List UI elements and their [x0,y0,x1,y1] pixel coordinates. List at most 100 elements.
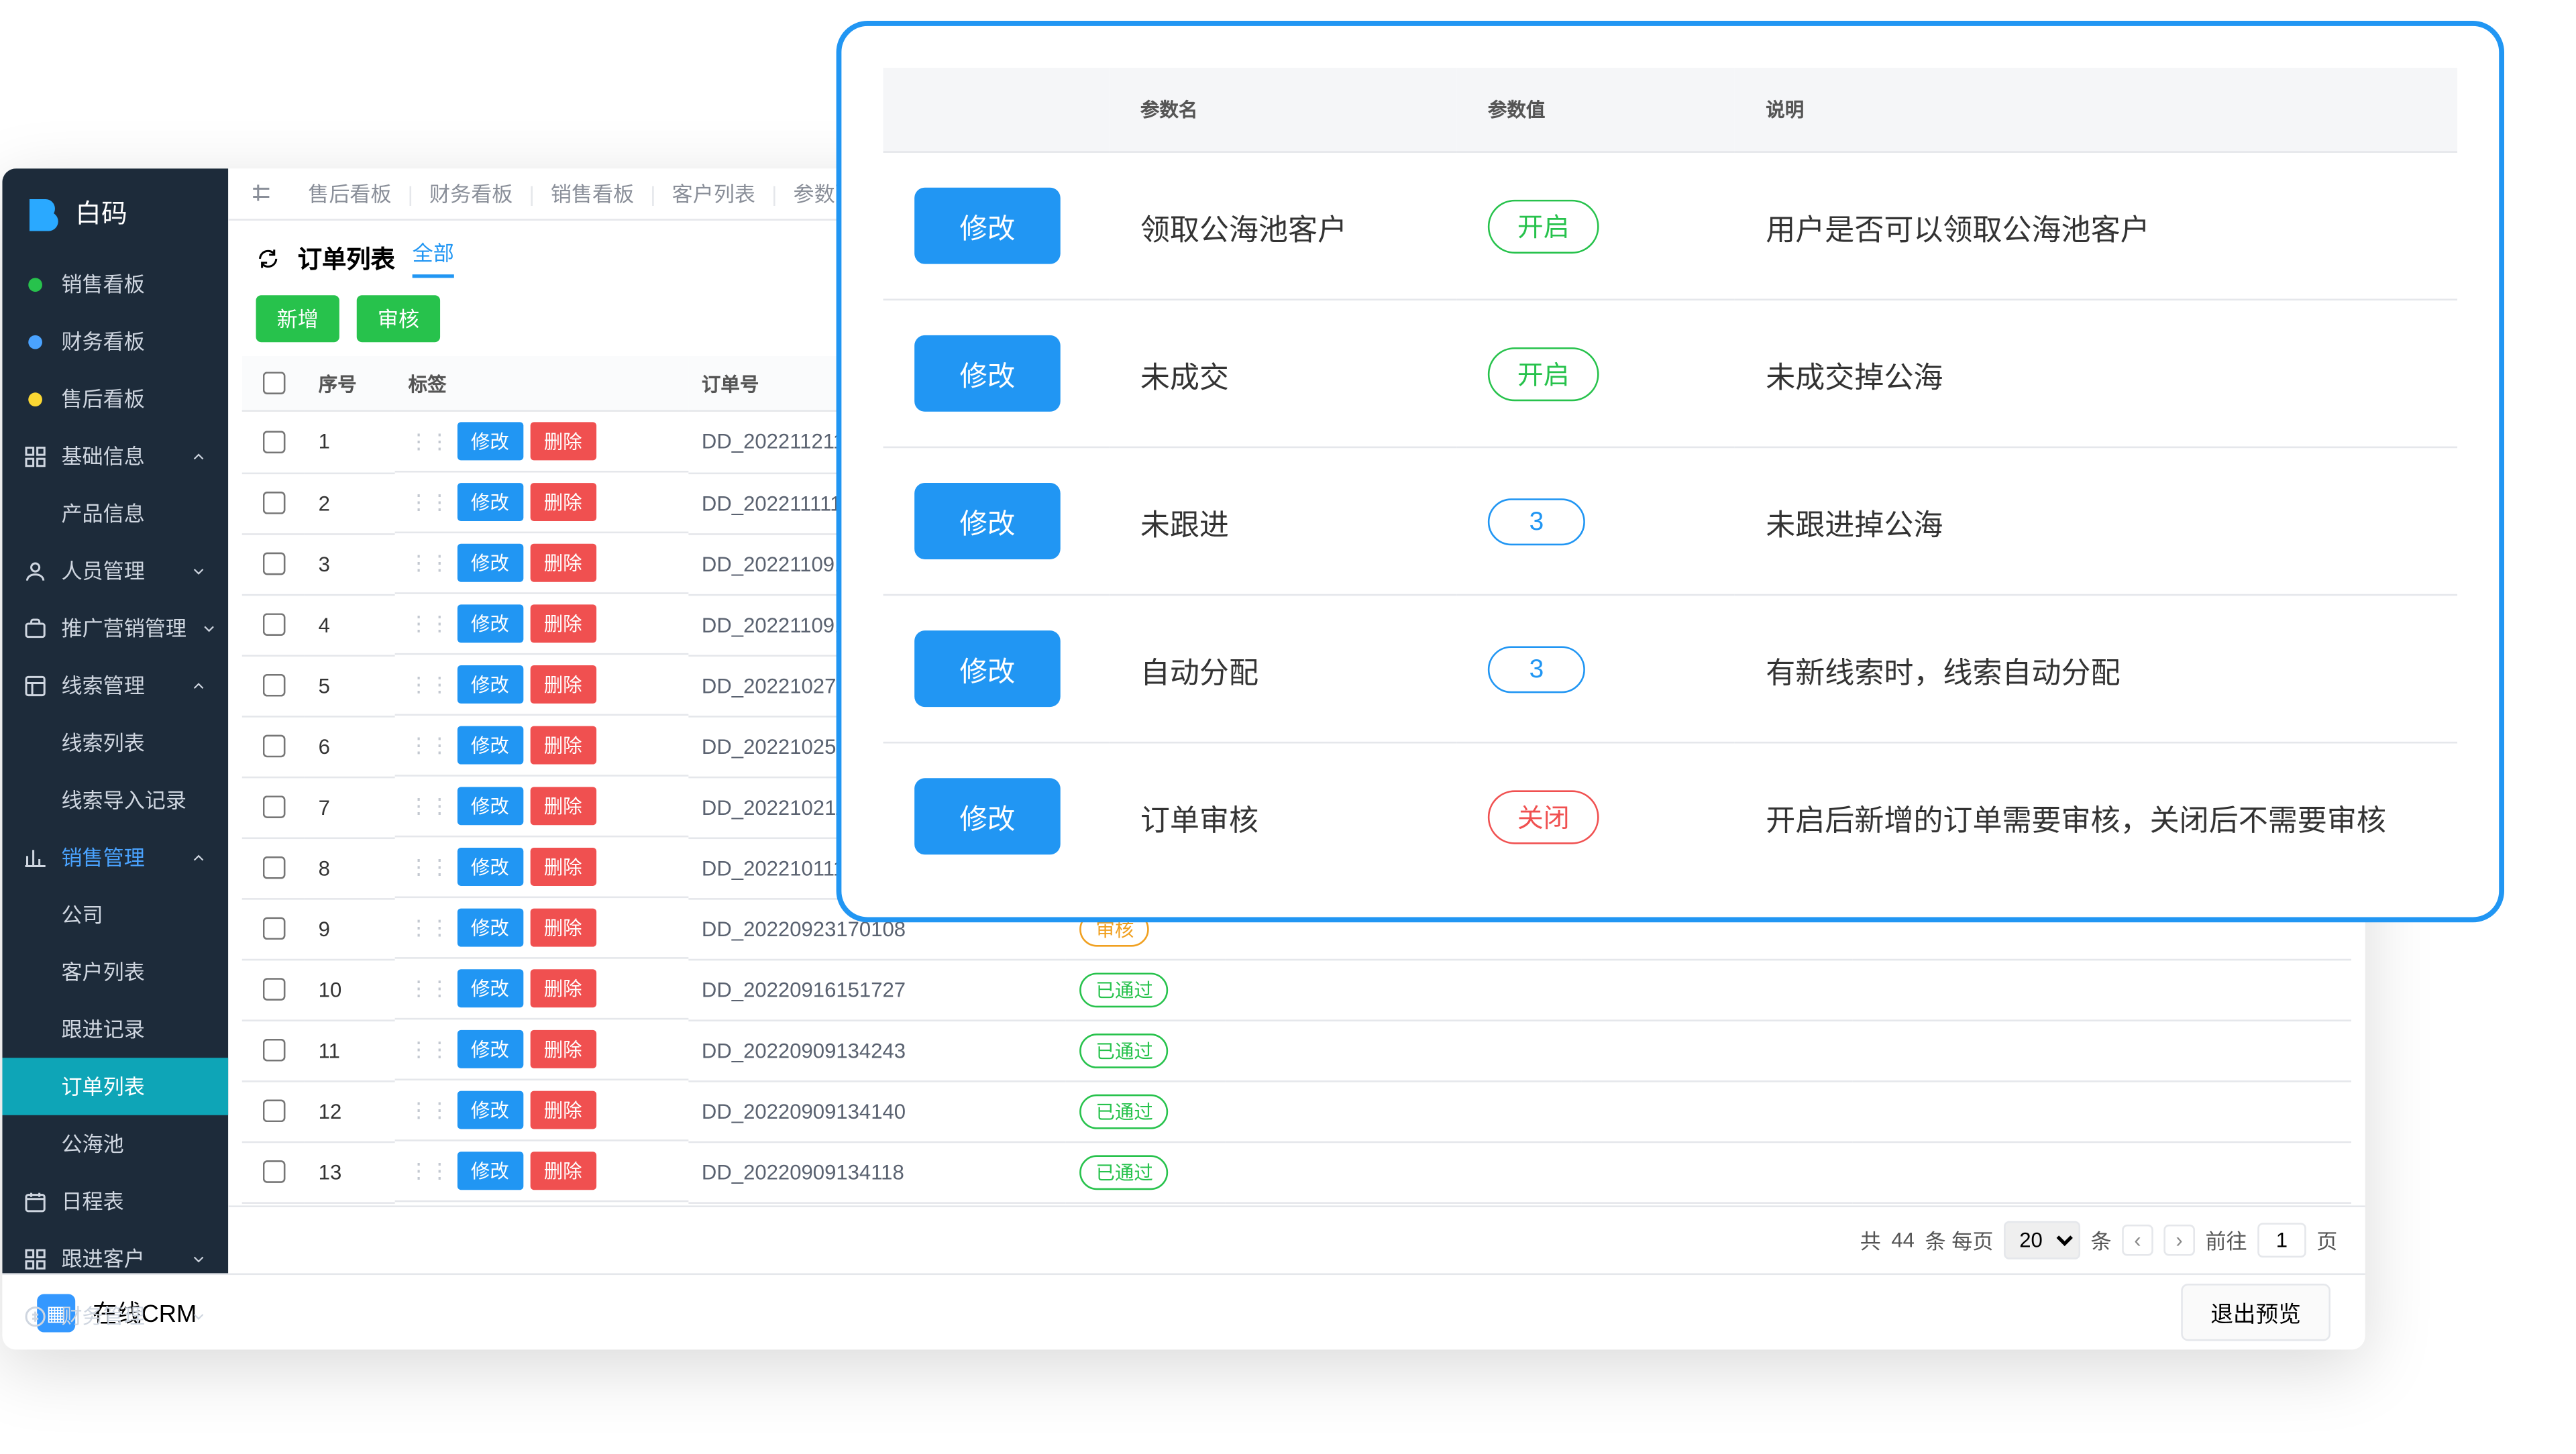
prev-page-button[interactable]: ‹ [2122,1225,2153,1256]
sidebar-item-4-3[interactable]: 订单列表 [2,1058,228,1115]
edit-button[interactable]: 修改 [457,604,523,642]
cell-set[interactable] [1666,959,1799,1020]
page-size-select[interactable]: 20 [2004,1221,2080,1260]
table-row[interactable]: 10 ⋮⋮ 修改 删除 DD_20220916151727 已通过 [242,959,2351,1020]
row-checkbox[interactable] [263,917,286,940]
sidebar-item-4-0[interactable]: 公司 [2,886,228,943]
drag-handle-icon[interactable]: ⋮⋮ [409,1037,450,1061]
select-all-checkbox[interactable] [263,372,286,394]
row-checkbox[interactable] [263,613,286,636]
tab-3[interactable]: 客户列表 [661,179,765,211]
cell-order[interactable]: DD_20220909134140 [688,1080,1066,1141]
drag-handle-icon[interactable]: ⋮⋮ [409,794,450,818]
collapse-sidebar-icon[interactable] [249,180,276,207]
tab-1[interactable]: 财务看板 [419,179,523,211]
row-checkbox[interactable] [263,553,286,575]
param-edit-button[interactable]: 修改 [914,483,1061,559]
sidebar-dashboard-1[interactable]: 财务看板 [2,313,228,370]
delete-button[interactable]: 删除 [530,1152,596,1190]
sidebar-item-3-1[interactable]: 线索导入记录 [2,771,228,828]
page-input[interactable] [2257,1223,2306,1257]
drag-handle-icon[interactable]: ⋮⋮ [409,976,450,1001]
delete-button[interactable]: 删除 [530,726,596,765]
drag-handle-icon[interactable]: ⋮⋮ [409,915,450,940]
edit-button[interactable]: 修改 [457,787,523,825]
row-checkbox[interactable] [263,1099,286,1122]
row-checkbox[interactable] [263,1039,286,1062]
row-checkbox[interactable] [263,1160,286,1183]
param-edit-button[interactable]: 修改 [914,630,1061,707]
edit-button[interactable]: 修改 [457,422,523,460]
sidebar-item-4-1[interactable]: 客户列表 [2,943,228,1000]
param-edit-button[interactable]: 修改 [914,778,1061,854]
delete-button[interactable]: 删除 [530,787,596,825]
delete-button[interactable]: 删除 [530,909,596,947]
tab-0[interactable]: 售后看板 [298,179,402,211]
edit-button[interactable]: 修改 [457,483,523,521]
cell-set[interactable] [1666,1019,1799,1080]
table-row[interactable]: 13 ⋮⋮ 修改 删除 DD_20220909134118 已通过 [242,1141,2351,1203]
row-checkbox[interactable] [263,795,286,818]
delete-button[interactable]: 删除 [530,544,596,582]
sidebar-section-8[interactable]: 售后管理 [2,1345,228,1350]
table-row[interactable]: 12 ⋮⋮ 修改 删除 DD_20220909134140 已通过 [242,1080,2351,1141]
edit-button[interactable]: 修改 [457,1030,523,1068]
cell-set[interactable] [1666,1080,1799,1141]
sidebar-item-4-2[interactable]: 跟进记录 [2,1001,228,1058]
row-checkbox[interactable] [263,674,286,697]
delete-button[interactable]: 删除 [530,604,596,642]
drag-handle-icon[interactable]: ⋮⋮ [409,1159,450,1183]
row-checkbox[interactable] [263,856,286,879]
sidebar-item-4-4[interactable]: 公海池 [2,1115,228,1172]
drag-handle-icon[interactable]: ⋮⋮ [409,1098,450,1122]
sidebar-section-7[interactable]: 财务管理 [2,1287,228,1344]
drag-handle-icon[interactable]: ⋮⋮ [409,733,450,757]
param-edit-button[interactable]: 修改 [914,188,1061,264]
delete-button[interactable]: 删除 [530,422,596,460]
edit-button[interactable]: 修改 [457,848,523,886]
drag-handle-icon[interactable]: ⋮⋮ [409,672,450,696]
sidebar-item-3-0[interactable]: 线索列表 [2,714,228,771]
edit-button[interactable]: 修改 [457,665,523,704]
delete-button[interactable]: 删除 [530,665,596,704]
col-seq[interactable]: 序号 [305,356,394,411]
cell-set[interactable] [1666,1141,1799,1203]
sidebar-section-5[interactable]: 日程表 [2,1172,228,1229]
delete-button[interactable]: 删除 [530,1030,596,1068]
row-checkbox[interactable] [263,735,286,758]
drag-handle-icon[interactable]: ⋮⋮ [409,490,450,514]
edit-button[interactable]: 修改 [457,726,523,765]
tab-2[interactable]: 销售看板 [540,179,644,211]
drag-handle-icon[interactable]: ⋮⋮ [409,854,450,879]
refresh-icon[interactable] [256,245,280,270]
drag-handle-icon[interactable]: ⋮⋮ [409,551,450,575]
row-checkbox[interactable] [263,431,286,453]
sidebar-item-0-0[interactable]: 产品信息 [2,485,228,542]
sidebar-dashboard-0[interactable]: 销售看板 [2,256,228,313]
drag-handle-icon[interactable]: ⋮⋮ [409,612,450,636]
delete-button[interactable]: 删除 [530,483,596,521]
sidebar-section-1[interactable]: 人员管理 [2,542,228,599]
cell-order[interactable]: DD_20220909134118 [688,1141,1066,1203]
edit-button[interactable]: 修改 [457,1152,523,1190]
sidebar-section-0[interactable]: 基础信息 [2,427,228,484]
exit-preview-button[interactable]: 退出预览 [2181,1284,2330,1341]
edit-button[interactable]: 修改 [457,544,523,582]
edit-button[interactable]: 修改 [457,969,523,1007]
drag-handle-icon[interactable]: ⋮⋮ [409,429,450,453]
sidebar-section-2[interactable]: 推广营销管理 [2,600,228,657]
delete-button[interactable]: 删除 [530,969,596,1007]
delete-button[interactable]: 删除 [530,1090,596,1129]
add-button[interactable]: 新增 [256,295,339,342]
sidebar-section-4[interactable]: 销售管理 [2,828,228,885]
cell-order[interactable]: DD_20220916151727 [688,959,1066,1020]
audit-button[interactable]: 审核 [357,295,440,342]
edit-button[interactable]: 修改 [457,909,523,947]
row-checkbox[interactable] [263,492,286,514]
param-edit-button[interactable]: 修改 [914,335,1061,412]
delete-button[interactable]: 删除 [530,848,596,886]
table-row[interactable]: 11 ⋮⋮ 修改 删除 DD_20220909134243 已通过 [242,1019,2351,1080]
filter-all[interactable]: 全部 [413,238,454,278]
col-tag[interactable]: 标签 [394,356,688,411]
sidebar-section-6[interactable]: 跟进客户 [2,1230,228,1287]
